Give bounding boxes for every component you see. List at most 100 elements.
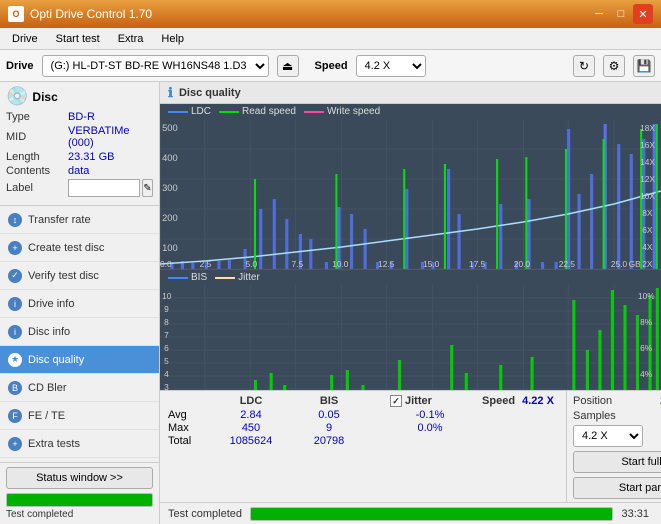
menu-help[interactable]: Help	[153, 31, 192, 47]
svg-text:6: 6	[164, 344, 169, 353]
title-bar: O Opti Drive Control 1.70 ─ □ ✕	[0, 0, 661, 28]
svg-text:7.5: 7.5	[292, 260, 304, 269]
max-ldc: 450	[216, 422, 286, 434]
svg-text:12X: 12X	[640, 175, 655, 184]
type-value: BD-R	[68, 111, 153, 123]
nav-create-test-disc[interactable]: + Create test disc	[0, 234, 159, 262]
length-label: Length	[6, 151, 68, 163]
svg-text:8: 8	[164, 318, 169, 327]
nav-verify-test-disc-label: Verify test disc	[28, 270, 99, 282]
maximize-button[interactable]: □	[611, 4, 631, 24]
svg-text:7: 7	[164, 331, 169, 340]
svg-text:3: 3	[164, 383, 169, 390]
nav-disc-quality-label: Disc quality	[28, 354, 84, 366]
nav-fe-te[interactable]: F FE / TE	[0, 402, 159, 430]
jitter-label: Jitter	[405, 395, 432, 407]
samples-label: Samples	[573, 410, 616, 422]
read-legend-item: Read speed	[219, 106, 296, 117]
settings-button[interactable]: ⚙	[603, 55, 625, 77]
svg-text:8X: 8X	[642, 209, 653, 218]
save-button[interactable]: 💾	[633, 55, 655, 77]
nav-extra-tests-label: Extra tests	[28, 438, 80, 450]
nav-drive-info[interactable]: i Drive info	[0, 290, 159, 318]
speed-select[interactable]: 4.2 X	[356, 55, 426, 77]
type-label: Type	[6, 111, 68, 123]
cd-bler-icon: B	[8, 381, 22, 395]
refresh-button[interactable]: ↻	[573, 55, 595, 77]
menu-drive[interactable]: Drive	[4, 31, 46, 47]
svg-text:0.0: 0.0	[160, 260, 172, 269]
speed-combo: 4.2 X	[573, 425, 661, 447]
extra-tests-icon: +	[8, 437, 22, 451]
jitter-legend-label: Jitter	[238, 272, 260, 283]
nav-transfer-rate[interactable]: ↕ Transfer rate	[0, 206, 159, 234]
chart1-legend: LDC Read speed Write speed	[160, 104, 661, 119]
speed-header-value: 4.22 X	[522, 395, 554, 407]
stats-col-ldc: LDC	[216, 395, 286, 407]
quality-header: ℹ Disc quality	[160, 82, 661, 104]
disc-info-icon: i	[8, 325, 22, 339]
stats-col-bis: BIS	[294, 395, 364, 407]
verify-test-disc-icon: ✓	[8, 269, 22, 283]
status-text: Test completed	[6, 509, 153, 520]
svg-text:22.5: 22.5	[559, 260, 576, 269]
svg-text:2.5: 2.5	[200, 260, 212, 269]
progress-bar-container	[6, 493, 153, 507]
drive-info-icon: i	[8, 297, 22, 311]
label-edit-button[interactable]: ✎	[142, 179, 153, 197]
nav-cd-bler[interactable]: B CD Bler	[0, 374, 159, 402]
jitter-legend-item: Jitter	[215, 272, 260, 283]
chart2-legend: BIS Jitter	[160, 270, 661, 285]
bis-legend-label: BIS	[191, 272, 207, 283]
nav-create-test-disc-label: Create test disc	[28, 242, 104, 254]
ldc-legend-color	[168, 111, 188, 113]
max-bis: 9	[294, 422, 364, 434]
write-legend-item: Write speed	[304, 106, 380, 117]
nav-disc-quality[interactable]: ★ Disc quality	[0, 346, 159, 374]
position-label: Position	[573, 395, 612, 407]
bottom-progress-fill	[251, 508, 612, 520]
stats-table: LDC BIS ✓ Jitter Speed 4.22 X Avg 2.84	[160, 391, 566, 502]
nav-disc-info[interactable]: i Disc info	[0, 318, 159, 346]
chart1-container: LDC Read speed Write speed	[160, 104, 661, 270]
charts-area: LDC Read speed Write speed	[160, 104, 661, 390]
minimize-button[interactable]: ─	[589, 4, 609, 24]
stats-header-row: LDC BIS ✓ Jitter Speed 4.22 X	[168, 395, 558, 407]
close-button[interactable]: ✕	[633, 4, 653, 24]
write-legend-color	[304, 111, 324, 113]
drive-label: Drive	[6, 60, 34, 72]
window-controls: ─ □ ✕	[589, 4, 653, 24]
stats-jitter-check[interactable]: ✓ Jitter	[390, 395, 470, 407]
start-full-button[interactable]: Start full	[573, 451, 661, 473]
fe-te-icon: F	[8, 409, 22, 423]
drive-select[interactable]: (G:) HL-DT-ST BD-RE WH16NS48 1.D3	[42, 55, 269, 77]
jitter-checkbox[interactable]: ✓	[390, 395, 402, 407]
svg-text:14X: 14X	[640, 158, 655, 167]
stats-col-speed-header: Speed 4.22 X	[478, 395, 558, 407]
menu-extra[interactable]: Extra	[110, 31, 152, 47]
menu-start-test[interactable]: Start test	[48, 31, 108, 47]
chart1-svg: 500 400 300 200 100 18X 16X 14X 12X 10X …	[160, 119, 661, 269]
nav-verify-test-disc[interactable]: ✓ Verify test disc	[0, 262, 159, 290]
status-area: Status window >> Test completed	[0, 462, 159, 524]
eject-button[interactable]: ⏏	[277, 55, 299, 77]
speed-combo-select[interactable]: 4.2 X	[573, 425, 643, 447]
status-window-button[interactable]: Status window >>	[6, 467, 153, 489]
stats-col-gap	[372, 395, 382, 407]
start-part-button[interactable]: Start part	[573, 477, 661, 499]
svg-text:4: 4	[164, 370, 169, 379]
action-buttons: 4.2 X Start full Start part	[573, 425, 661, 499]
avg-row: Avg 2.84 0.05 -0.1%	[168, 409, 558, 421]
svg-text:15.0: 15.0	[423, 260, 440, 269]
transfer-rate-icon: ↕	[8, 213, 22, 227]
mid-value: VERBATIMe (000)	[68, 125, 153, 149]
label-input[interactable]	[68, 179, 140, 197]
avg-jitter: -0.1%	[390, 409, 470, 421]
svg-text:12.5: 12.5	[378, 260, 395, 269]
nav-extra-tests[interactable]: + Extra tests	[0, 430, 159, 458]
total-label: Total	[168, 435, 208, 447]
svg-text:8%: 8%	[640, 318, 652, 327]
max-jitter: 0.0%	[390, 422, 470, 434]
mid-label: MID	[6, 131, 68, 143]
svg-text:GB: GB	[629, 260, 642, 269]
